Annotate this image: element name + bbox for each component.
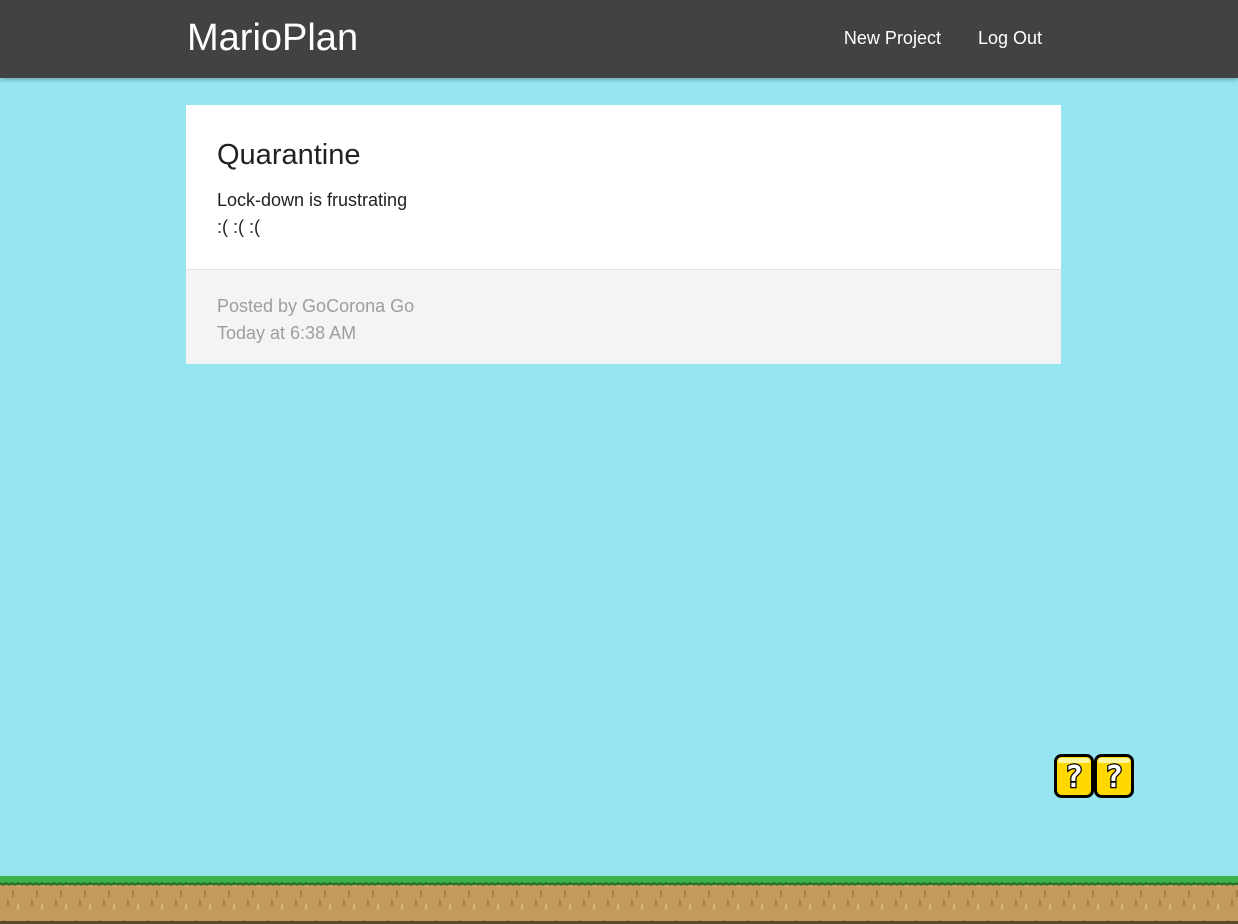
project-body: Lock-down is frustrating :( :( :( xyxy=(217,187,407,241)
project-meta: Posted by GoCorona Go Today at 6:38 AM xyxy=(217,293,414,347)
svg-text:?: ? xyxy=(1065,760,1083,795)
project-content-line: Lock-down is frustrating xyxy=(217,190,408,210)
top-navbar: MarioPlan New Project Log Out xyxy=(0,0,1238,78)
grass-ground xyxy=(0,876,1238,924)
post-timestamp: Today at 6:38 AM xyxy=(217,323,357,343)
log-out-link[interactable]: Log Out xyxy=(978,25,1042,51)
posted-by-text: Posted by GoCorona Go xyxy=(217,296,415,316)
question-blocks: ? ? xyxy=(1054,754,1134,798)
question-block-icon: ? xyxy=(1054,754,1094,798)
svg-text:?: ? xyxy=(1105,760,1123,795)
project-content: Quarantine Lock-down is frustrating :( :… xyxy=(186,105,1061,270)
brand-logo-link[interactable]: MarioPlan xyxy=(187,14,358,62)
project-title: Quarantine xyxy=(217,139,361,171)
project-details-card: Quarantine Lock-down is frustrating :( :… xyxy=(186,105,1061,364)
new-project-link[interactable]: New Project xyxy=(844,25,941,51)
question-block-icon: ? xyxy=(1094,754,1134,798)
nav-links: New Project Log Out xyxy=(844,25,1042,51)
project-content-line: :( :( :( xyxy=(217,217,260,237)
project-meta-footer: Posted by GoCorona Go Today at 6:38 AM xyxy=(186,270,1061,364)
